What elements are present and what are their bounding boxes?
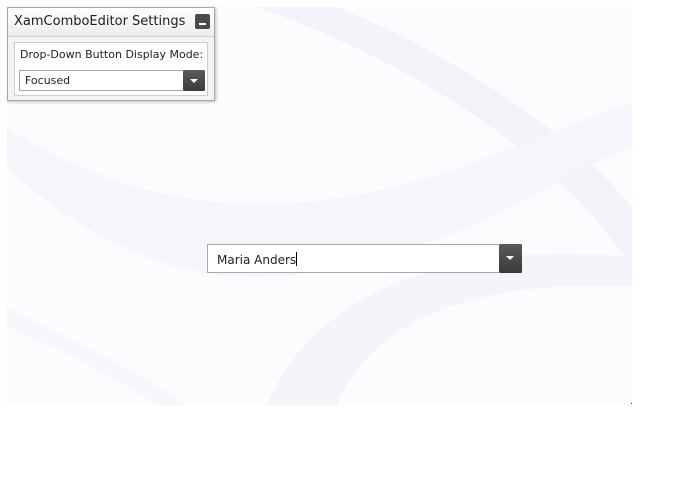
dropdown-button-display-mode-label: Drop-Down Button Display Mode: [20, 48, 204, 61]
combo-editor-text: Maria Anders [217, 253, 297, 267]
mode-select-dropdown-button[interactable] [183, 70, 205, 91]
xam-combo-editor[interactable]: Maria Anders [207, 244, 522, 273]
settings-panel-title: XamComboEditor Settings [14, 14, 186, 29]
minimize-icon [199, 23, 206, 25]
chevron-down-icon [506, 256, 514, 260]
text-caret [296, 252, 298, 266]
settings-panel: XamComboEditor Settings Drop-Down Button… [7, 7, 215, 101]
combo-editor-dropdown-button[interactable] [499, 244, 522, 273]
settings-panel-body: Drop-Down Button Display Mode: Focused [14, 42, 208, 96]
dropdown-button-display-mode-select[interactable]: Focused [19, 70, 205, 91]
dropdown-button-display-mode-value: Focused [25, 74, 71, 87]
minimize-button[interactable] [195, 14, 210, 29]
canvas-corner-dot [631, 403, 632, 404]
chevron-down-icon [190, 79, 198, 83]
settings-panel-header: XamComboEditor Settings [8, 8, 214, 37]
combo-editor-input[interactable]: Maria Anders [217, 252, 298, 267]
